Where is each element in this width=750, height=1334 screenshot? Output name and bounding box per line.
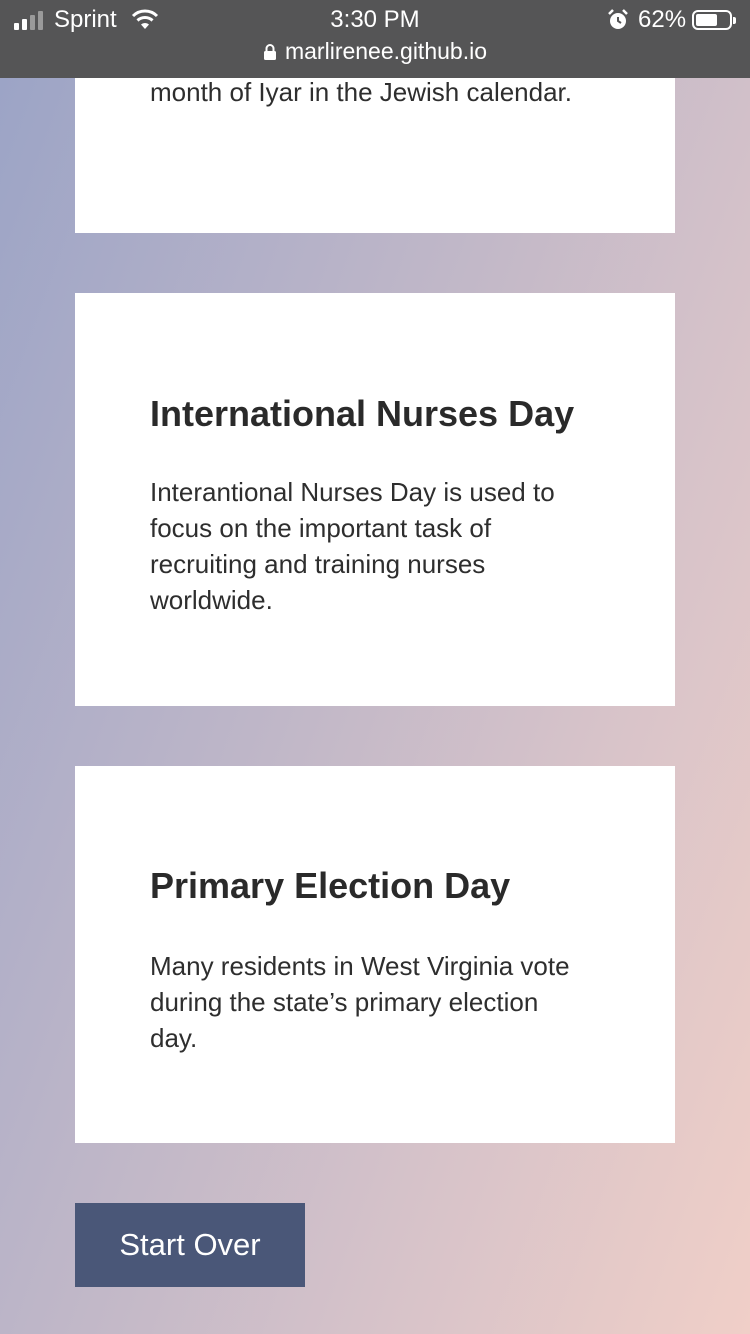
event-title: Primary Election Day (150, 865, 511, 906)
event-title: International Nurses Day (150, 393, 575, 434)
event-card: month of Iyar in the Jewish calendar. (75, 77, 675, 233)
event-card: International Nurses Day Interantional N… (75, 293, 675, 706)
status-bar: Sprint 3:30 PM 62% marlirenee.github.io (0, 0, 750, 78)
url-text: marlirenee.github.io (284, 38, 487, 64)
event-card: Primary Election Day Many residents in W… (75, 766, 675, 1143)
event-description: month of Iyar in the Jewish calendar. (150, 77, 573, 107)
battery-percent: 62% (638, 6, 687, 33)
event-description: Interantional Nurses Day is used to focu… (150, 477, 555, 615)
alarm-icon (606, 8, 630, 37)
battery-icon (692, 10, 736, 30)
address-bar[interactable]: marlirenee.github.io (0, 38, 750, 67)
lock-icon (263, 40, 277, 67)
start-over-button[interactable]: Start Over (75, 1203, 305, 1287)
event-description: Many residents in West Virginia vote dur… (150, 951, 570, 1053)
